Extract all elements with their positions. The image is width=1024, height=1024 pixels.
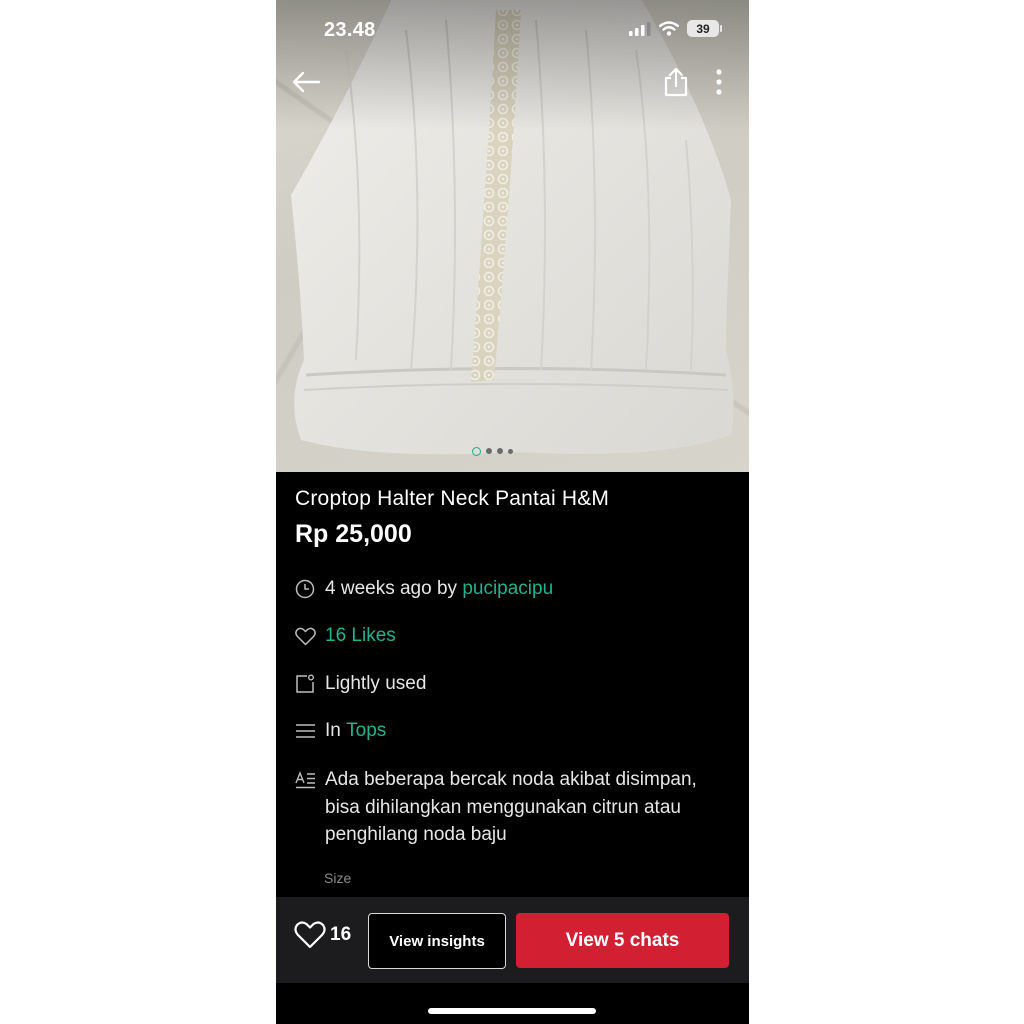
clock-icon (294, 578, 316, 600)
condition-tag-icon (294, 673, 316, 695)
listing-price: Rp 25,000 (295, 520, 412, 548)
category-prefix: In (325, 720, 347, 741)
carousel-dot[interactable] (497, 448, 503, 454)
wifi-icon (659, 21, 679, 36)
cellular-signal-icon (629, 21, 651, 36)
posted-time: 4 weeks ago by (325, 578, 463, 599)
arrow-left-icon (292, 71, 321, 93)
description-row: Ada beberapa bercak noda akibat disimpan… (294, 766, 725, 849)
status-icons: 39 (629, 20, 722, 37)
more-options-button[interactable] (701, 64, 737, 100)
condition-text: Lightly used (325, 673, 427, 694)
text-description-icon (294, 769, 316, 791)
like-count: 16 (330, 924, 352, 945)
heart-outline-icon (294, 921, 326, 949)
heart-outline-icon (294, 625, 316, 647)
list-lines-icon (294, 720, 316, 742)
battery-indicator: 39 (687, 20, 722, 37)
share-button[interactable] (658, 64, 694, 100)
carousel-dot[interactable] (472, 447, 481, 456)
view-insights-button[interactable]: View insights (368, 913, 506, 969)
description-text: Ada beberapa bercak noda akibat disimpan… (325, 769, 697, 845)
view-chats-button[interactable]: View 5 chats (516, 913, 729, 968)
category-link[interactable]: Tops (346, 720, 386, 742)
phone-screen: 23.48 39 Croptop Halter Neck Pantai H&M … (276, 0, 749, 1024)
status-time: 23.48 (324, 19, 376, 41)
like-button[interactable]: 16 (294, 921, 351, 949)
category-row: In Tops (294, 720, 386, 742)
more-vertical-icon (716, 69, 722, 95)
listing-title: Croptop Halter Neck Pantai H&M (295, 487, 610, 510)
back-button[interactable] (288, 64, 324, 100)
likes-count-link[interactable]: 16 Likes (325, 625, 396, 647)
carousel-dot[interactable] (508, 449, 513, 454)
condition-row: Lightly used (294, 673, 426, 695)
product-photo-carousel[interactable]: 23.48 39 (276, 0, 749, 472)
posted-info-row: 4 weeks ago by pucipacipu (294, 578, 553, 600)
bottom-action-bar: 16 View insights View 5 chats (276, 897, 749, 983)
seller-username-link[interactable]: pucipacipu (462, 578, 553, 600)
likes-row[interactable]: 16 Likes (294, 625, 396, 647)
home-indicator[interactable] (428, 1008, 596, 1014)
carousel-dot[interactable] (486, 448, 492, 454)
carousel-indicator (276, 447, 729, 456)
share-icon (664, 67, 688, 97)
size-label: Size (324, 870, 352, 886)
